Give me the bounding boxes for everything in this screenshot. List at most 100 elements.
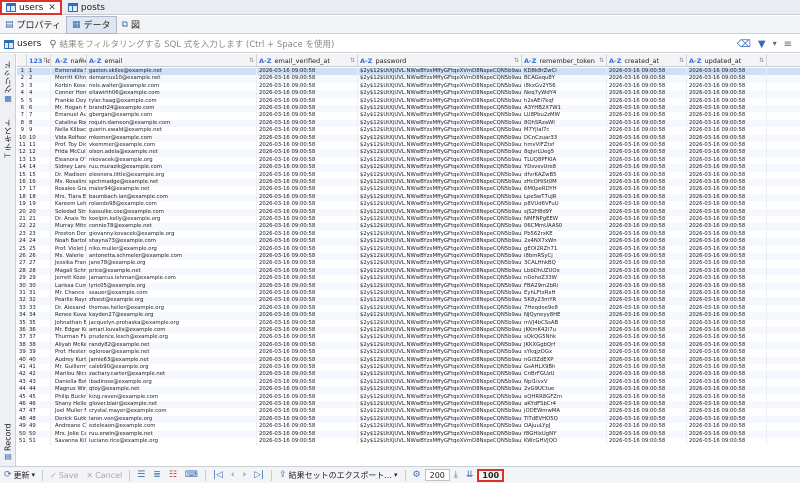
cell-email[interactable]: connie78@example.net	[87, 223, 257, 231]
row-number[interactable]: 49	[17, 423, 27, 431]
cell-remember-token[interactable]: BCAGsqu8Y	[522, 75, 607, 83]
cell-name[interactable]: Dr. Anais Yost	[53, 216, 87, 224]
cell-password[interactable]: $2y$12$UtXjUVL.NWwBYzxMffyGFtqeXVmD8Nspe…	[358, 267, 522, 276]
table-row[interactable]: 46 46 Shany Heller glover.blair@example.net…	[17, 401, 800, 409]
cell-email[interactable]: lyric05@example.org	[87, 282, 257, 290]
cell-id[interactable]: 48	[27, 415, 51, 424]
cell-id[interactable]: 15	[27, 171, 51, 179]
column-header-email-verified-at[interactable]: A-Z email_verified_at ⇅	[257, 54, 358, 67]
cell-email-verified-at[interactable]: 2026-03-16 09:00:58	[257, 238, 358, 246]
cell-created-at[interactable]: 2026-03-16 09:00:58	[607, 290, 687, 298]
cell-updated-at[interactable]: 2026-03-16 09:00:58	[687, 319, 767, 327]
cell-password[interactable]: $2y$12$UtXjUVL.NWwBYzxMffyGFtqeXVmD8Nspe…	[358, 334, 522, 342]
table-row[interactable]: 4444Magnus Windlerqtoy@example.net2026-0…	[17, 386, 800, 394]
cell-email[interactable]: tyler.haag@example.com	[87, 97, 257, 105]
cell-remember-token[interactable]: KWcGHVJQO	[522, 438, 607, 446]
fetch-next-icon[interactable]: ⤓	[450, 470, 462, 480]
cell-id[interactable]: 25	[27, 245, 51, 253]
cell-id[interactable]: 30	[27, 282, 51, 290]
cell-name[interactable]: Audrey Kurtze	[53, 356, 87, 364]
cell-email-verified-at[interactable]: 2026-03-16 09:00:58	[257, 393, 358, 401]
cell-email-verified-at[interactable]: 2026-03-16 09:00:58	[257, 386, 358, 394]
cell-id[interactable]: 43	[27, 378, 51, 387]
table-row[interactable]: 1515Dr. Madison O'Haraeleonora.little@ex…	[17, 171, 800, 179]
cell-email[interactable]: gaston.skiles@example.net	[87, 68, 257, 76]
cell-remember-token[interactable]: YDsvxvUre8	[522, 164, 607, 172]
filter-icon[interactable]: ⚲	[49, 39, 56, 50]
table-row[interactable]: 4848Derick Gutkowskilaron.von@example.or…	[17, 415, 800, 424]
cell-created-at[interactable]: 2026-03-16 09:00:58	[607, 223, 687, 231]
history-icon[interactable]: ≡	[784, 39, 792, 50]
cell-updated-at[interactable]: 2026-03-16 09:00:58	[687, 134, 767, 142]
delete-row-icon[interactable]: ☷	[165, 470, 181, 480]
cell-name[interactable]: Dr. Madison O'Hara	[53, 171, 87, 179]
cell-created-at[interactable]: 2026-03-16 09:00:58	[607, 282, 687, 290]
tab-users[interactable]: users ✕	[0, 0, 62, 15]
cell-email-verified-at[interactable]: 2026-03-16 09:00:58	[257, 105, 358, 113]
cell-updated-at[interactable]: 2026-03-16 09:00:58	[687, 349, 767, 357]
cell-name[interactable]: Aliyah McKenzie Sr.	[53, 341, 87, 350]
cell-password[interactable]: $2y$12$UtXjUVL.NWwBYzxMffyGFtqeXVmD8Nspe…	[358, 119, 522, 128]
cell-created-at[interactable]: 2026-03-16 09:00:58	[607, 253, 687, 261]
cell-remember-token[interactable]: 6M0peRDYH	[522, 186, 607, 194]
cell-id[interactable]: 4	[27, 90, 51, 98]
cell-email[interactable]: amari.kuvalis@example.com	[87, 327, 257, 335]
cell-remember-token[interactable]: hmvVlFZtsf	[522, 142, 607, 150]
cell-email[interactable]: zachary.carter@example.net	[87, 371, 257, 379]
row-number[interactable]: 34	[17, 312, 27, 320]
cell-email[interactable]: baumbach.ian@example.com	[87, 193, 257, 202]
cell-remember-token[interactable]: 5K8y23mYR	[522, 297, 607, 305]
cell-password[interactable]: $2y$12$UtXjUVL.NWwBYzxMffyGFtqeXVmD8Nspe…	[358, 312, 522, 320]
cell-created-at[interactable]: 2026-03-16 09:00:58	[607, 297, 687, 305]
cell-password[interactable]: $2y$12$UtXjUVL.NWwBYzxMffyGFtqeXVmD8Nspe…	[358, 319, 522, 327]
cell-password[interactable]: $2y$12$UtXjUVL.NWwBYzxMffyGFtqeXVmD8Nspe…	[358, 341, 522, 350]
cell-password[interactable]: $2y$12$UtXjUVL.NWwBYzxMffyGFtqeXVmD8Nspe…	[358, 304, 522, 313]
cell-updated-at[interactable]: 2026-03-16 09:00:58	[687, 90, 767, 98]
cell-email[interactable]: thomas.heller@example.org	[87, 304, 257, 313]
cell-name[interactable]: Conner Homenick	[53, 90, 87, 98]
cell-email-verified-at[interactable]: 2026-03-16 09:00:58	[257, 230, 358, 239]
tab-properties[interactable]: ▤ プロパティ	[0, 16, 66, 34]
cell-password[interactable]: $2y$12$UtXjUVL.NWwBYzxMffyGFtqeXVmD8Nspe…	[358, 75, 522, 83]
cell-remember-token[interactable]: KD8k8rZwCi	[522, 68, 607, 76]
table-row[interactable]: 77Emanuel Auergborgan@example.com2026-03…	[17, 112, 800, 120]
cell-email-verified-at[interactable]: 2026-03-16 09:00:58	[257, 253, 358, 261]
cell-email-verified-at[interactable]: 2026-03-16 09:00:58	[257, 408, 358, 416]
cell-email-verified-at[interactable]: 2026-03-16 09:00:58	[257, 186, 358, 194]
cell-updated-at[interactable]: 2026-03-16 09:00:58	[687, 223, 767, 231]
cell-created-at[interactable]: 2026-03-16 09:00:58	[607, 230, 687, 239]
cell-remember-token[interactable]: sQkQG5Nhk	[522, 334, 607, 342]
cell-updated-at[interactable]: 2026-03-16 09:00:58	[687, 423, 767, 431]
cell-updated-at[interactable]: 2026-03-16 09:00:58	[687, 186, 767, 194]
cell-updated-at[interactable]: 2026-03-16 09:00:58	[687, 415, 767, 424]
cell-email[interactable]: ellawirth06@example.com	[87, 90, 257, 98]
cell-password[interactable]: $2y$12$UtXjUVL.NWwBYzxMffyGFtqeXVmD8Nspe…	[358, 230, 522, 239]
cell-updated-at[interactable]: 2026-03-16 09:00:58	[687, 75, 767, 83]
cell-email[interactable]: spchmadge@example.net	[87, 179, 257, 187]
cell-email-verified-at[interactable]: 2026-03-16 09:00:58	[257, 193, 358, 202]
cell-created-at[interactable]: 2026-03-16 09:00:58	[607, 319, 687, 327]
cell-email[interactable]: ruu.murazik@example.com	[87, 164, 257, 172]
row-number[interactable]: 35	[17, 319, 27, 327]
cell-remember-token[interactable]: LU8Pbu2zMW	[522, 112, 607, 120]
cell-created-at[interactable]: 2026-03-16 09:00:58	[607, 371, 687, 379]
cell-updated-at[interactable]: 2026-03-16 09:00:58	[687, 275, 767, 283]
cell-remember-token[interactable]: A3YHB2X7W1	[522, 105, 607, 113]
funnel-icon[interactable]: ▼	[758, 39, 766, 50]
cell-updated-at[interactable]: 2026-03-16 09:00:58	[687, 193, 767, 202]
cell-email-verified-at[interactable]: 2026-03-16 09:00:58	[257, 267, 358, 276]
cell-created-at[interactable]: 2026-03-16 09:00:58	[607, 312, 687, 320]
cell-email-verified-at[interactable]: 2026-03-16 09:00:58	[257, 171, 358, 179]
cell-updated-at[interactable]: 2026-03-16 09:00:58	[687, 408, 767, 416]
cell-password[interactable]: $2y$12$UtXjUVL.NWwBYzxMffyGFtqeXVmD8Nspe…	[358, 401, 522, 409]
cell-created-at[interactable]: 2026-03-16 09:00:58	[607, 238, 687, 246]
cell-name[interactable]: Eleanora O'Kon DDS	[53, 156, 87, 165]
cell-name[interactable]: Marilou Nicolas	[53, 371, 87, 379]
cell-remember-token[interactable]: zHcOHiSt0M	[522, 179, 607, 187]
cell-email[interactable]: ruu.erwin@example.net	[87, 430, 257, 438]
cell-password[interactable]: $2y$12$UtXjUVL.NWwBYzxMffyGFtqeXVmD8Nspe…	[358, 245, 522, 253]
cell-id[interactable]: 8	[27, 119, 51, 128]
cell-updated-at[interactable]: 2026-03-16 09:00:58	[687, 171, 767, 179]
cell-email-verified-at[interactable]: 2026-03-16 09:00:58	[257, 334, 358, 342]
cell-remember-token[interactable]: nGi3ZdEXP	[522, 356, 607, 364]
